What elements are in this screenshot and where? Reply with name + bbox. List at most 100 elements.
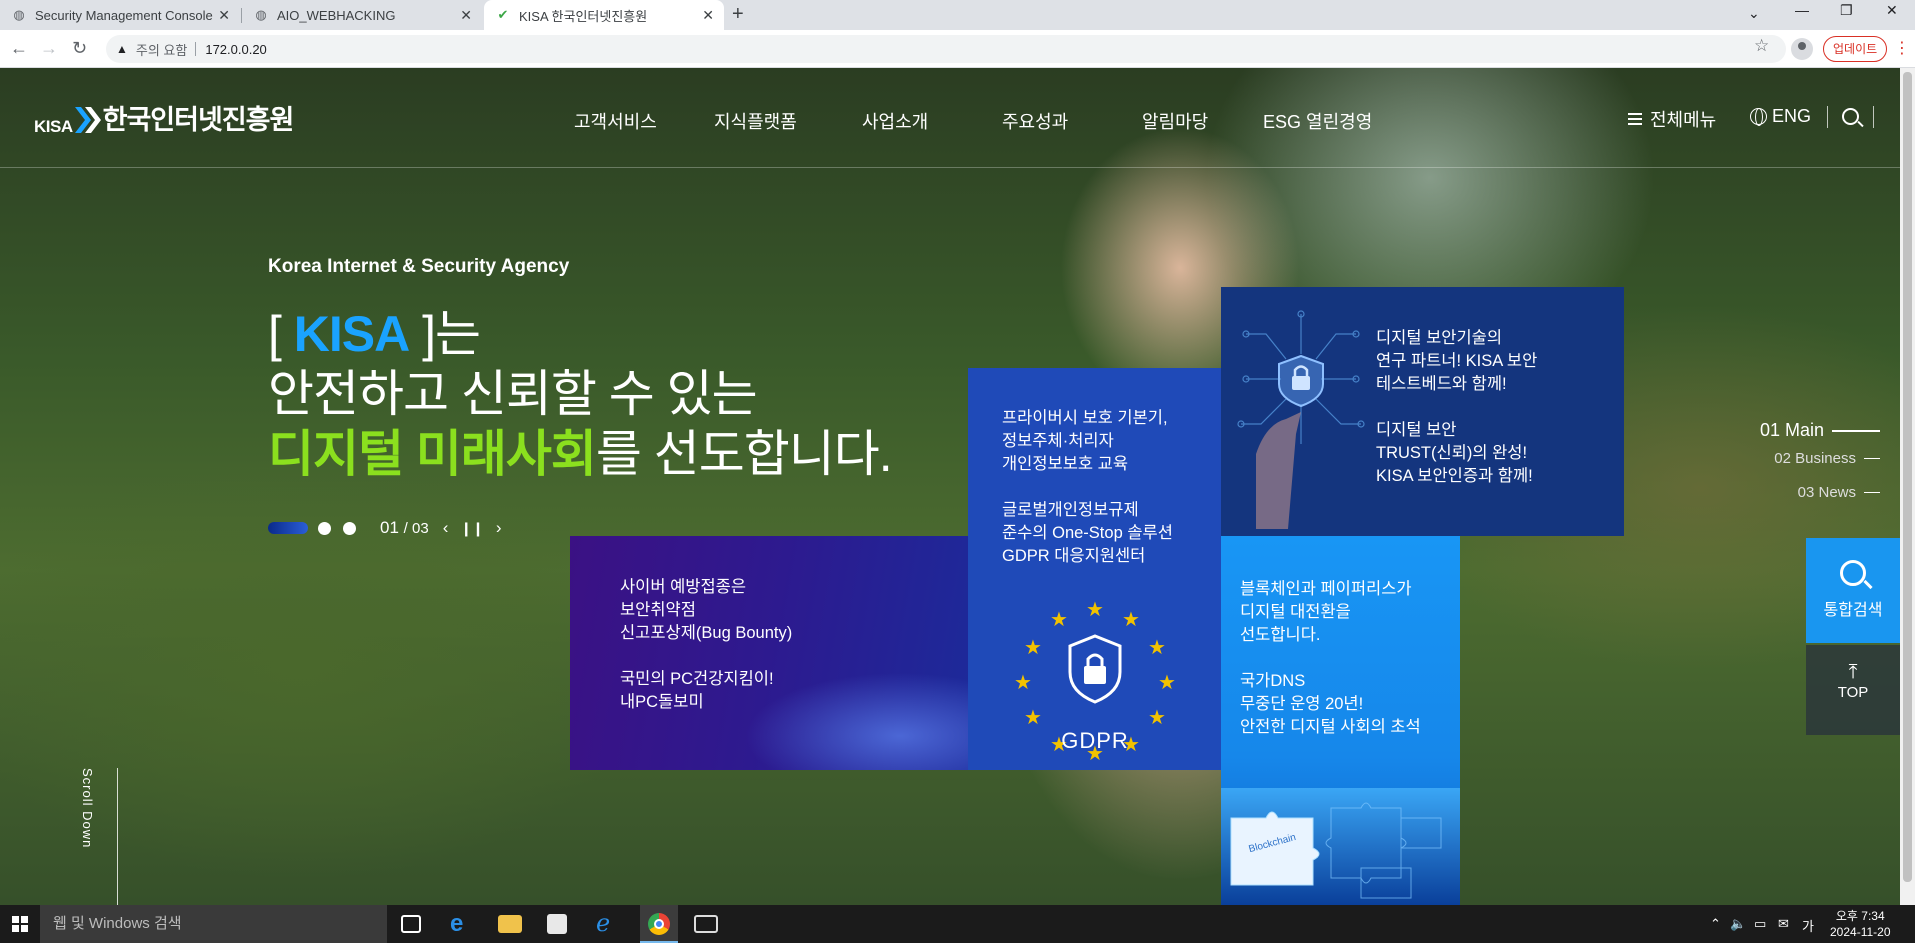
nav-achievements[interactable]: 주요성과 xyxy=(1002,108,1068,134)
header-divider xyxy=(1827,106,1828,128)
bookmark-star-icon[interactable]: ☆ xyxy=(1754,36,1769,56)
chrome-taskbar-button[interactable] xyxy=(640,905,678,943)
svg-text:★: ★ xyxy=(1024,637,1042,659)
url-text[interactable]: 172.0.0.20 xyxy=(205,42,266,57)
svg-text:★: ★ xyxy=(1122,609,1140,631)
slide-indicator[interactable] xyxy=(343,521,356,535)
nav-business[interactable]: 사업소개 xyxy=(862,108,928,134)
kisa-favicon-icon: ✔ xyxy=(497,7,509,22)
address-divider xyxy=(195,42,197,56)
nav-esg[interactable]: ESG 열린경영 xyxy=(1263,108,1372,134)
section-nav-main[interactable]: 01 Main xyxy=(1760,420,1880,441)
svg-text:★: ★ xyxy=(1158,672,1176,694)
bug-bounty-tile[interactable]: 사이버 예방접종은 보안취약점 신고포상제(Bug Bounty) 국민의 PC… xyxy=(570,536,968,770)
back-icon[interactable]: ← xyxy=(10,38,28,59)
browser-tab[interactable]: ◍ AIO_WEBHACKING ✕ xyxy=(242,0,482,30)
network-icon[interactable]: ▭ xyxy=(1754,916,1766,932)
windows-start-icon[interactable] xyxy=(12,916,28,932)
close-icon[interactable]: ✕ xyxy=(460,7,472,24)
scroll-top-button[interactable]: ⤒ TOP xyxy=(1806,645,1900,735)
browser-tab-active[interactable]: ✔ KISA 한국인터넷진흥원 ✕ xyxy=(484,0,724,30)
next-slide-icon[interactable]: › xyxy=(496,518,502,538)
new-tab-icon[interactable]: + xyxy=(732,3,744,26)
minimize-icon[interactable]: — xyxy=(1795,2,1809,18)
security-warning-label[interactable]: 주의 요함 xyxy=(136,40,187,59)
scrollbar-thumb[interactable] xyxy=(1903,72,1912,882)
forward-icon[interactable]: → xyxy=(40,38,58,59)
reload-icon[interactable]: ↻ xyxy=(72,38,87,59)
internet-explorer-icon[interactable]: ℯ xyxy=(596,912,620,936)
search-icon xyxy=(1840,560,1866,586)
section-nav-news[interactable]: 03 News xyxy=(1798,484,1880,501)
notification-icon[interactable]: ✉ xyxy=(1778,916,1789,932)
globe-icon: ◍ xyxy=(13,7,25,22)
gdpr-label: GDPR xyxy=(1061,728,1129,753)
hero-title: [ KISA ]는 안전하고 신뢰할 수 있는 디지털 미래사회를 선도합니다. xyxy=(268,304,893,484)
profile-avatar-icon[interactable] xyxy=(1791,38,1813,60)
section-label: Main xyxy=(1784,420,1824,440)
all-menu-label: 전체메뉴 xyxy=(1650,110,1717,130)
menu-kebab-icon[interactable]: ⋮ xyxy=(1894,38,1910,58)
windows-taskbar: 웹 및 Windows 검색 e ℯ ⌃ 🔈 ▭ ✉ 가 오후 7:34 202… xyxy=(0,905,1915,943)
search-icon[interactable] xyxy=(1842,108,1859,125)
ime-icon[interactable]: 가 xyxy=(1802,916,1814,935)
bracket-open: [ xyxy=(268,306,294,362)
kisa-logo[interactable]: KISA 한국인터넷진흥원 xyxy=(34,98,294,137)
section-nav-business[interactable]: 02 Business xyxy=(1774,450,1880,467)
nav-notice[interactable]: 알림마당 xyxy=(1142,108,1208,134)
app-window-icon[interactable] xyxy=(694,915,718,933)
slide-pager: 01 / 03 ‹ ❙❙ › xyxy=(268,518,502,538)
clock-date: 2024-11-20 xyxy=(1830,925,1891,939)
svg-text:★: ★ xyxy=(1148,637,1166,659)
tile-text: 디지털 보안기술의 연구 파트너! KISA 보안 테스트베드와 함께! xyxy=(1376,329,1538,393)
section-line xyxy=(1864,492,1880,493)
section-num: 02 xyxy=(1774,450,1791,467)
integrated-search-label: 통합검색 xyxy=(1823,602,1883,619)
hero-line-3-rest: 를 선도합니다. xyxy=(595,426,893,482)
all-menu-button[interactable]: 전체메뉴 xyxy=(1628,106,1716,132)
window-close-icon[interactable]: ✕ xyxy=(1886,2,1898,19)
close-icon[interactable]: ✕ xyxy=(702,7,714,24)
edge-icon[interactable]: e xyxy=(450,912,474,936)
language-button[interactable]: ENG xyxy=(1750,106,1811,127)
page-scrollbar[interactable] xyxy=(1900,68,1915,905)
prev-slide-icon[interactable]: ‹ xyxy=(443,518,449,538)
section-num: 01 xyxy=(1759,420,1780,440)
integrated-search-button[interactable]: 통합검색 xyxy=(1806,538,1900,643)
tile-text-group: 디지털 보안기술의 연구 파트너! KISA 보안 테스트베드와 함께! 디지털… xyxy=(1376,287,1624,488)
browser-tabstrip: ◍ Security Management Console ✕ ◍ AIO_WE… xyxy=(0,0,1915,30)
kisa-logo-mark-icon xyxy=(74,107,101,133)
bracket-close: ]는 xyxy=(409,306,481,362)
clock-time: 오후 7:34 xyxy=(1835,909,1885,923)
address-bar[interactable]: ▲ 주의 요함 172.0.0.20 xyxy=(106,35,1786,63)
store-icon[interactable] xyxy=(547,914,567,934)
warning-icon[interactable]: ▲ xyxy=(116,42,128,56)
taskbar-clock[interactable]: 오후 7:34 2024-11-20 xyxy=(1830,908,1891,940)
slide-indicator-active[interactable] xyxy=(268,522,308,534)
slide-indicator[interactable] xyxy=(318,521,331,535)
logo-kisa-text: KISA xyxy=(34,117,73,136)
task-view-icon[interactable] xyxy=(401,915,421,933)
slide-current: 01 xyxy=(380,518,399,537)
site-header: KISA 한국인터넷진흥원 고객서비스 지식플랫폼 사업소개 주요성과 알림마당… xyxy=(0,68,1900,168)
hero-green-text: 디지털 미래사회 xyxy=(268,426,597,482)
svg-text:★: ★ xyxy=(1086,599,1104,621)
restore-icon[interactable]: ❐ xyxy=(1840,2,1853,19)
hero-subtitle: Korea Internet & Security Agency xyxy=(268,256,570,277)
tile-text: 디지털 보안 TRUST(신뢰)의 완성! KISA 보안인증과 함께! xyxy=(1376,421,1533,485)
tab-search-icon[interactable]: ⌄ xyxy=(1748,5,1760,22)
close-icon[interactable]: ✕ xyxy=(218,7,230,24)
file-explorer-icon[interactable] xyxy=(498,915,522,933)
volume-icon[interactable]: 🔈 xyxy=(1730,916,1746,932)
hamburger-icon xyxy=(1628,113,1642,125)
nav-customer-service[interactable]: 고객서비스 xyxy=(574,108,657,134)
hero-line-1: [ KISA ]는 xyxy=(268,304,892,364)
browser-tab[interactable]: ◍ Security Management Console ✕ xyxy=(0,0,240,30)
chrome-icon xyxy=(648,913,670,935)
pause-icon[interactable]: ❙❙ xyxy=(460,520,483,537)
section-label: News xyxy=(1818,484,1856,501)
nav-knowledge-platform[interactable]: 지식플랫폼 xyxy=(714,108,797,134)
taskbar-search-input[interactable]: 웹 및 Windows 검색 xyxy=(40,905,387,943)
tray-chevron-icon[interactable]: ⌃ xyxy=(1710,916,1721,932)
update-button[interactable]: 업데이트 xyxy=(1823,36,1888,62)
